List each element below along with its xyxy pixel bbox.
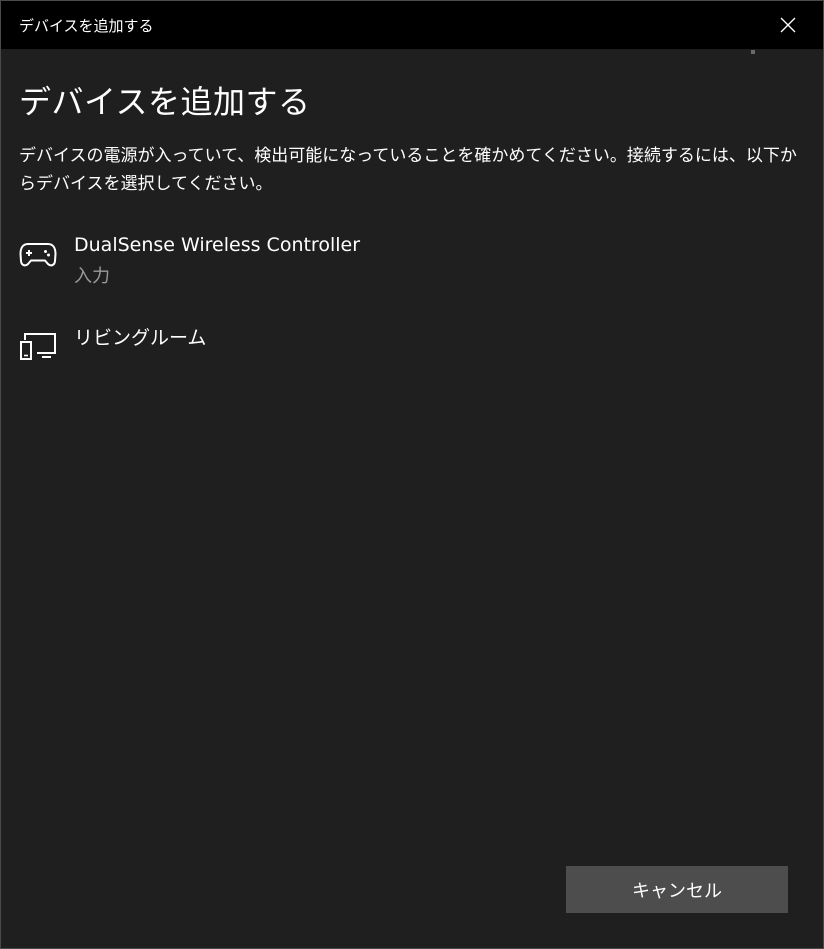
close-icon <box>780 17 796 33</box>
device-name: リビングルーム <box>74 327 207 349</box>
gamepad-icon <box>19 241 57 273</box>
add-device-dialog: デバイスを追加する デバイスを追加する デバイスの電源が入っていて、検出可能にな… <box>0 0 824 949</box>
device-item-dualsense[interactable]: DualSense Wireless Controller 入力 <box>1 227 823 297</box>
device-category: 入力 <box>74 266 110 287</box>
device-item-living-room[interactable]: リビングルーム <box>1 317 823 377</box>
instruction-text: デバイスの電源が入っていて、検出可能になっていることを確かめてください。接続する… <box>19 146 797 194</box>
title-bar: デバイスを追加する <box>1 1 823 49</box>
close-button[interactable] <box>753 1 823 49</box>
device-name: DualSense Wireless Controller <box>74 234 361 256</box>
window-title: デバイスを追加する <box>19 17 154 35</box>
display-device-icon <box>19 331 57 365</box>
cancel-button[interactable]: キャンセル <box>566 866 788 913</box>
page-title: デバイスを追加する <box>19 83 311 121</box>
scroll-indicator <box>751 50 755 54</box>
